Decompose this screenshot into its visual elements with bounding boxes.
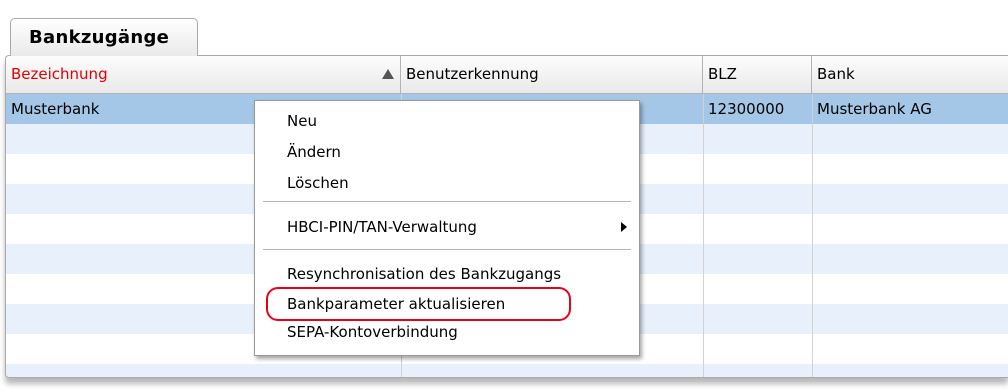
menu-separator xyxy=(263,249,631,250)
menu-item-neu[interactable]: Neu xyxy=(287,107,317,135)
column-header-bezeichnung[interactable]: Bezeichnung xyxy=(6,56,401,93)
menu-separator xyxy=(263,201,631,202)
menu-item-hbci-pin-tan[interactable]: HBCI-PIN/TAN-Verwaltung xyxy=(287,213,477,241)
column-label: BLZ xyxy=(708,65,737,83)
tab-bankzugaenge[interactable]: Bankzugänge xyxy=(10,18,198,56)
column-header-bank[interactable]: Bank xyxy=(812,56,1008,93)
column-divider xyxy=(703,94,704,377)
menu-item-bankparameter-aktualisieren[interactable]: Bankparameter aktualisieren xyxy=(287,290,505,318)
sort-ascending-icon xyxy=(382,69,394,79)
table-header: Bezeichnung Benutzerkennung BLZ Bank xyxy=(6,56,1008,94)
cell-blz: 12300000 xyxy=(708,100,785,118)
menu-item-loeschen[interactable]: Löschen xyxy=(287,169,349,197)
menu-item-aendern[interactable]: Ändern xyxy=(287,138,341,166)
column-label: Bezeichnung xyxy=(11,65,108,83)
cell-bezeichnung: Musterbank xyxy=(11,100,100,118)
tab-label: Bankzugänge xyxy=(29,27,170,48)
cell-bank: Musterbank AG xyxy=(817,100,932,118)
context-menu: Neu Ändern Löschen HBCI-PIN/TAN-Verwaltu… xyxy=(254,100,640,356)
column-divider xyxy=(812,94,813,377)
menu-item-sepa-kontoverbindung[interactable]: SEPA-Kontoverbindung xyxy=(287,318,458,346)
column-label: Benutzerkennung xyxy=(406,65,539,83)
column-header-blz[interactable]: BLZ xyxy=(703,56,812,93)
menu-item-resynchronisation[interactable]: Resynchronisation des Bankzugangs xyxy=(287,260,561,288)
empty-row xyxy=(6,364,1008,377)
column-header-benutzerkennung[interactable]: Benutzerkennung xyxy=(401,56,703,93)
column-label: Bank xyxy=(817,65,855,83)
submenu-arrow-icon xyxy=(621,222,627,232)
